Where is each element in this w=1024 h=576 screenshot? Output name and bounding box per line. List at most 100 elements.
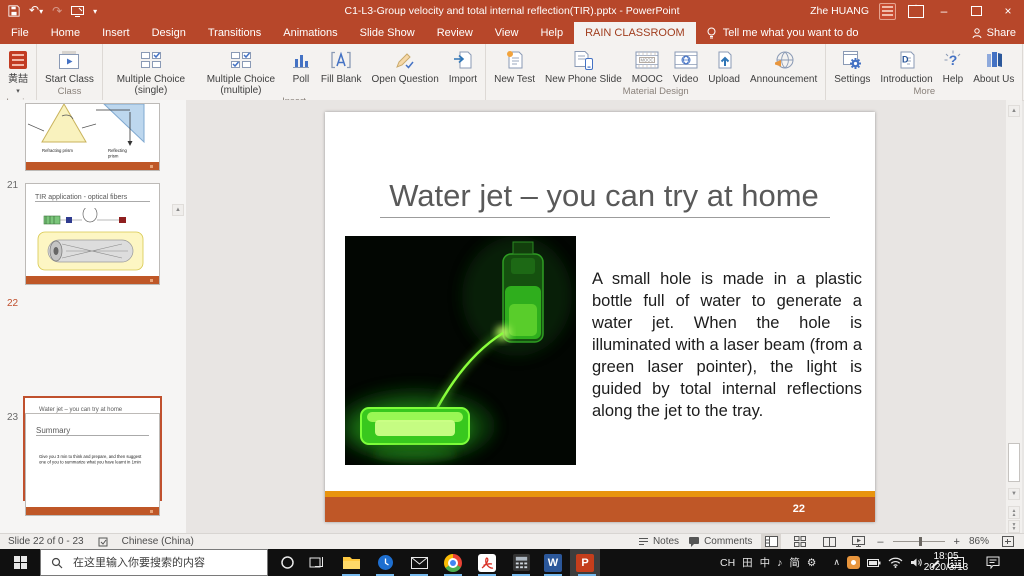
tab-home[interactable]: Home — [40, 22, 91, 44]
tab-file[interactable]: File — [0, 22, 40, 44]
slide-body-text[interactable]: A small hole is made in a plastic bottle… — [592, 268, 862, 422]
settings-button[interactable]: Settings — [829, 44, 875, 85]
tray-app-icon[interactable] — [847, 556, 860, 569]
multiple-choice-multiple-button[interactable]: Multiple Choice (multiple) — [196, 44, 286, 96]
zoom-level[interactable]: 86% — [969, 536, 989, 547]
ribbon-display-options-icon[interactable]: ⌃ — [908, 5, 924, 18]
tab-insert[interactable]: Insert — [91, 22, 141, 44]
thumbnail-slide-20-partial[interactable]: Refracting prism Reflecting prism — [25, 103, 160, 171]
taskbar-search-box[interactable] — [40, 549, 268, 576]
announcement-button[interactable]: Announcement — [745, 44, 822, 85]
tab-view[interactable]: View — [484, 22, 530, 44]
zoom-out-button[interactable]: – — [877, 536, 883, 548]
scrollbar-thumb[interactable] — [1008, 443, 1020, 482]
current-slide[interactable]: Water jet – you can try at home — [325, 112, 875, 522]
ime-simplified-icon[interactable]: 简 — [789, 555, 800, 570]
slide-title[interactable]: Water jet – you can try at home — [377, 174, 831, 218]
notes-button[interactable]: Notes — [638, 536, 679, 547]
introduction-button[interactable]: D Introduction — [875, 44, 937, 85]
undo-icon[interactable] — [29, 0, 43, 23]
zoom-slider[interactable] — [893, 541, 945, 542]
minimize-button[interactable]: – — [928, 0, 960, 22]
close-button[interactable]: × — [992, 0, 1024, 22]
tab-design[interactable]: Design — [141, 22, 197, 44]
water-jet-photo[interactable] — [345, 236, 576, 465]
touch-mode-icon[interactable] — [71, 6, 84, 17]
mooc-button[interactable]: MOOC MOOC — [627, 44, 668, 85]
canvas-scrollbar[interactable] — [1006, 100, 1022, 533]
account-avatar-seal[interactable] — [879, 3, 896, 20]
slide-show-button[interactable] — [848, 534, 868, 549]
chrome-button[interactable] — [436, 549, 470, 576]
fill-blank-button[interactable]: Fill Blank — [316, 44, 367, 85]
upload-button[interactable]: Upload — [703, 44, 745, 85]
scroll-up-icon[interactable] — [172, 204, 184, 216]
file-explorer-button[interactable] — [334, 549, 368, 576]
start-button[interactable] — [0, 549, 40, 576]
mail-button[interactable] — [402, 549, 436, 576]
language-indicator-ch[interactable]: CH — [720, 557, 735, 569]
save-icon[interactable] — [8, 5, 20, 17]
speaker-icon[interactable] — [910, 557, 923, 568]
cortana-button[interactable] — [270, 549, 304, 576]
previous-slide-button[interactable] — [1008, 506, 1020, 519]
tab-transitions[interactable]: Transitions — [197, 22, 272, 44]
thumbnail-slide-21[interactable]: TIR application - optical fibers — [25, 183, 160, 285]
ime-sound-icon[interactable]: ♪ — [777, 557, 782, 569]
hidden-icons-chevron[interactable] — [833, 557, 840, 568]
thumbnail-scrollbar[interactable] — [172, 200, 184, 576]
quick-access-caret-icon[interactable] — [93, 0, 97, 23]
ime-chinese-mode-icon[interactable]: 中 — [760, 555, 771, 570]
redo-icon[interactable] — [52, 0, 62, 22]
task-view-button[interactable] — [300, 549, 334, 576]
tab-rain-classroom[interactable]: RAIN CLASSROOM — [574, 22, 696, 44]
language-indicator[interactable]: Chinese (China) — [122, 536, 194, 547]
ime-settings-gear-icon[interactable]: ⚙ — [807, 557, 816, 569]
tab-slide-show[interactable]: Slide Show — [349, 22, 426, 44]
poll-button[interactable]: Poll — [286, 44, 316, 85]
scroll-up-icon[interactable] — [1008, 105, 1020, 117]
ime-grid-icon[interactable]: 田 — [742, 555, 753, 570]
video-button[interactable]: Video — [668, 44, 703, 85]
clock[interactable]: 18:05 2020/3/13 — [922, 551, 970, 573]
tab-help[interactable]: Help — [529, 22, 574, 44]
search-input[interactable] — [71, 556, 260, 570]
alarms-clock-button[interactable] — [368, 549, 402, 576]
fit-slide-to-window-button[interactable] — [998, 534, 1018, 549]
scroll-down-icon[interactable] — [1008, 488, 1020, 500]
start-class-button[interactable]: Start Class — [40, 44, 99, 85]
next-slide-button[interactable] — [1008, 520, 1020, 533]
zoom-slider-thumb[interactable] — [919, 537, 922, 546]
login-account-button[interactable]: 黄喆 ▾ — [3, 44, 33, 97]
import-button[interactable]: Import — [444, 44, 482, 85]
action-center-button[interactable] — [978, 549, 1008, 576]
slide-sorter-view-button[interactable] — [790, 534, 810, 549]
restore-button[interactable] — [960, 0, 992, 22]
acrobat-button[interactable] — [470, 549, 504, 576]
calculator-button[interactable] — [504, 549, 538, 576]
multiple-choice-single-button[interactable]: Multiple Choice (single) — [106, 44, 196, 96]
wifi-icon[interactable] — [888, 557, 903, 568]
open-question-button[interactable]: Open Question — [366, 44, 443, 85]
spellcheck-icon[interactable] — [98, 537, 108, 547]
help-button[interactable]: ? Help — [938, 44, 969, 85]
normal-view-button[interactable] — [761, 534, 781, 549]
slide-counter[interactable]: Slide 22 of 0 - 23 — [8, 536, 84, 547]
thumbnail-slide-23[interactable]: Summary Give you 3 min to think and prep… — [25, 413, 160, 516]
tab-animations[interactable]: Animations — [272, 22, 348, 44]
powerpoint-button[interactable] — [570, 549, 600, 576]
share-button[interactable]: Share — [972, 22, 1016, 44]
new-phone-slide-button[interactable]: New Phone Slide — [540, 44, 627, 85]
tell-me-box[interactable]: Tell me what you want to do — [696, 22, 869, 44]
comments-button[interactable]: Comments — [688, 536, 752, 547]
account-name[interactable]: Zhe HUANG — [810, 5, 869, 17]
word-button[interactable] — [536, 549, 570, 576]
multiple-choice-single-label: Multiple Choice (single) — [111, 74, 191, 96]
new-test-button[interactable]: New Test — [489, 44, 540, 85]
reading-view-button[interactable] — [819, 534, 839, 549]
zoom-in-button[interactable]: + — [954, 536, 960, 548]
battery-icon[interactable] — [867, 559, 881, 567]
about-us-button[interactable]: About Us — [968, 44, 1019, 85]
tab-review[interactable]: Review — [426, 22, 484, 44]
settings-gear-icon — [842, 48, 862, 72]
